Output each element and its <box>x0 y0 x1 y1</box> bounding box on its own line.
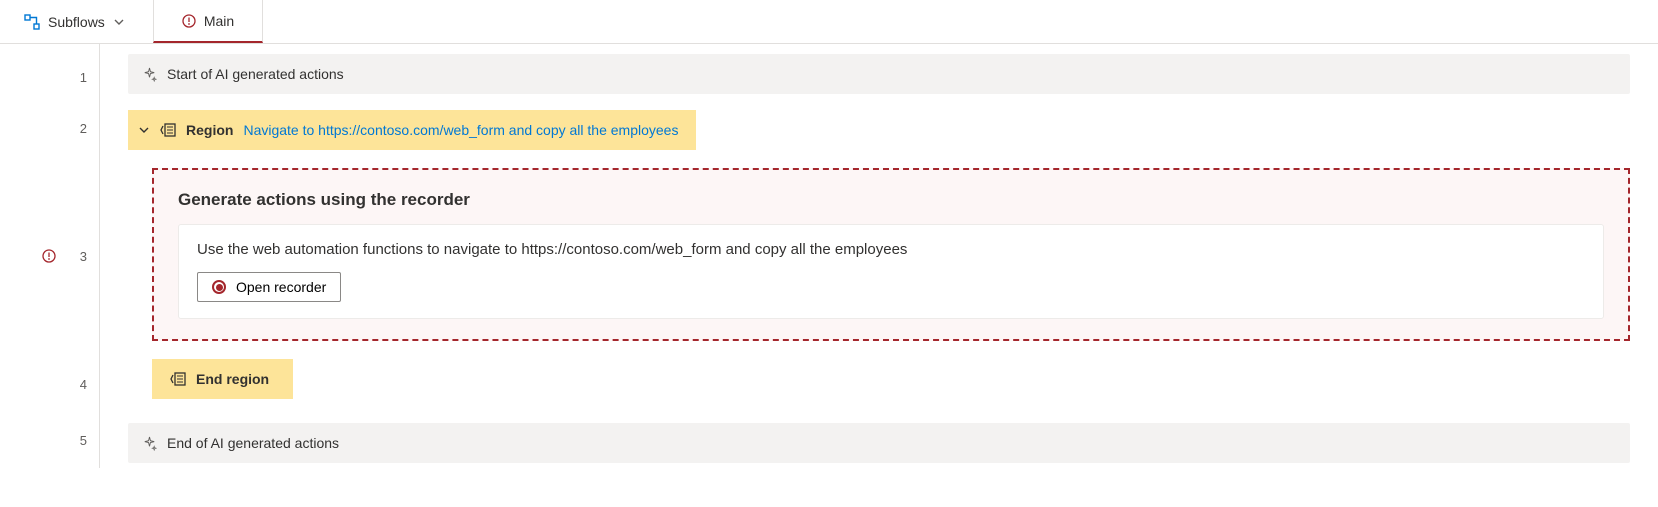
action-end-ai[interactable]: End of AI generated actions <box>128 423 1630 463</box>
end-region-label: End region <box>196 371 269 387</box>
line-number: 4 <box>0 356 87 412</box>
main-tab[interactable]: Main <box>153 0 263 43</box>
action-label: End of AI generated actions <box>167 435 339 451</box>
warning-icon <box>42 249 56 263</box>
chevron-down-icon <box>138 124 150 136</box>
region-description: Navigate to https://contoso.com/web_form… <box>243 122 678 138</box>
warning-icon <box>182 14 196 28</box>
region-header[interactable]: Region Navigate to https://contoso.com/w… <box>128 110 696 150</box>
action-label: Start of AI generated actions <box>167 66 344 82</box>
recorder-title: Generate actions using the recorder <box>178 190 1604 210</box>
end-region-container: End region <box>128 359 1630 423</box>
recorder-description: Use the web automation functions to navi… <box>197 241 1585 258</box>
editor-layout: 1 2 3 4 5 Start of AI gene <box>0 44 1658 468</box>
subflows-label: Subflows <box>48 14 105 30</box>
subflows-icon <box>24 14 40 30</box>
line-number: 5 <box>0 412 87 468</box>
sparkle-icon <box>142 436 157 451</box>
main-tab-label: Main <box>204 13 234 29</box>
record-icon <box>212 280 226 294</box>
line-number: 2 <box>0 100 87 156</box>
line-number: 1 <box>0 54 87 100</box>
region-icon <box>160 123 176 137</box>
open-recorder-label: Open recorder <box>236 279 326 295</box>
end-region[interactable]: End region <box>152 359 293 399</box>
recorder-placeholder[interactable]: Generate actions using the recorder Use … <box>152 168 1630 341</box>
subflows-tab[interactable]: Subflows <box>14 0 135 43</box>
open-recorder-button[interactable]: Open recorder <box>197 272 341 302</box>
sparkle-icon <box>142 67 157 82</box>
flow-content: Start of AI generated actions Regio <box>100 44 1658 468</box>
line-number: 3 <box>0 156 87 356</box>
tabs-bar: Subflows Main <box>0 0 1658 44</box>
region-icon <box>170 372 186 386</box>
action-start-ai[interactable]: Start of AI generated actions <box>128 54 1630 94</box>
region-header-container: Region Navigate to https://contoso.com/w… <box>128 110 1630 168</box>
recorder-inner: Use the web automation functions to navi… <box>178 224 1604 319</box>
line-number-gutter: 1 2 3 4 5 <box>0 44 100 468</box>
region-label: Region <box>186 122 233 138</box>
chevron-down-icon <box>113 16 125 28</box>
